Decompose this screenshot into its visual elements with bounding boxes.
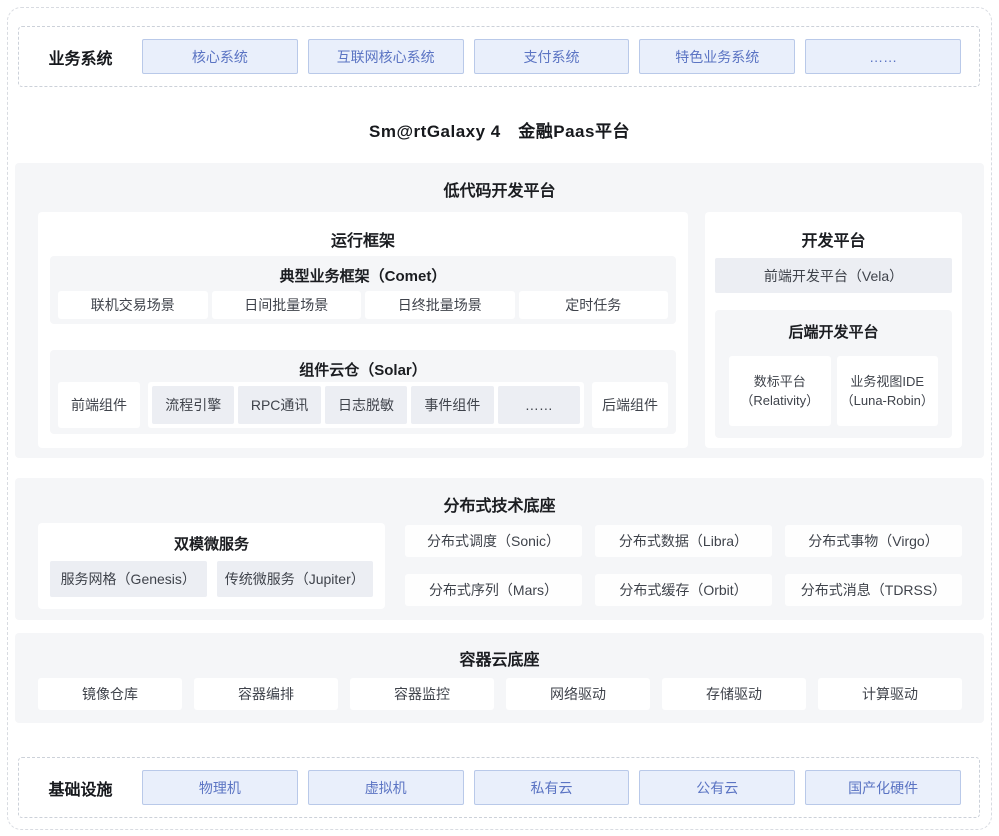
business-systems-row: 业务系统 核心系统 互联网核心系统 支付系统 特色业务系统 …… — [18, 26, 980, 87]
container-base-panel: 容器云底座 镜像仓库 容器编排 容器监控 网络驱动 存储驱动 计算驱动 — [15, 633, 984, 723]
solar-middle-item: …… — [498, 386, 580, 424]
backend-dev-item: 业务视图IDE （Luna-Robin） — [837, 356, 939, 426]
distributed-base-title: 分布式技术底座 — [15, 478, 984, 516]
dual-microservice-panel: 双模微服务 服务网格（Genesis） 传统微服务（Jupiter） — [38, 523, 385, 609]
container-item: 容器监控 — [350, 678, 494, 710]
vela-box: 前端开发平台（Vela） — [715, 258, 952, 293]
distributed-service-box: 分布式数据（Libra） — [595, 525, 772, 557]
lowcode-platform-title: 低代码开发平台 — [15, 163, 984, 201]
backend-dev-item-line2: （Luna-Robin） — [841, 391, 934, 411]
business-systems-strip: 核心系统 互联网核心系统 支付系统 特色业务系统 …… — [142, 39, 961, 74]
runtime-framework-title: 运行框架 — [38, 212, 688, 251]
infrastructure-label: 基础设施 — [19, 776, 142, 800]
business-system-box: 核心系统 — [142, 39, 298, 74]
infrastructure-row: 基础设施 物理机 虚拟机 私有云 公有云 国产化硬件 — [18, 757, 980, 818]
business-systems-label: 业务系统 — [19, 45, 142, 69]
platform-title: Sm@rtGalaxy 4 金融Paas平台 — [0, 117, 999, 142]
backend-dev-item: 数标平台 （Relativity） — [729, 356, 831, 426]
container-item: 容器编排 — [194, 678, 338, 710]
lowcode-platform-panel: 低代码开发平台 运行框架 典型业务框架（Comet） 联机交易场景 日间批量场景… — [15, 163, 984, 458]
backend-dev-item-line1: 数标平台 — [754, 372, 806, 392]
distributed-service-box: 分布式消息（TDRSS） — [785, 574, 962, 606]
backend-dev-title: 后端开发平台 — [715, 310, 952, 342]
distributed-services-grid: 分布式调度（Sonic） 分布式数据（Libra） 分布式事物（Virgo） 分… — [405, 525, 962, 606]
dev-platform-panel: 开发平台 前端开发平台（Vela） 后端开发平台 数标平台 （Relativit… — [705, 212, 962, 448]
solar-middle-item: RPC通讯 — [238, 386, 320, 424]
backend-dev-item-line1: 业务视图IDE — [850, 372, 924, 392]
comet-item: 联机交易场景 — [58, 291, 208, 319]
distributed-service-box: 分布式序列（Mars） — [405, 574, 582, 606]
container-item: 网络驱动 — [506, 678, 650, 710]
infrastructure-box: 国产化硬件 — [805, 770, 961, 805]
container-item: 镜像仓库 — [38, 678, 182, 710]
backend-dev-item-line2: （Relativity） — [740, 391, 819, 411]
runtime-framework-panel: 运行框架 典型业务框架（Comet） 联机交易场景 日间批量场景 日终批量场景 … — [38, 212, 688, 448]
distributed-service-box: 分布式事物（Virgo） — [785, 525, 962, 557]
business-system-box: 特色业务系统 — [639, 39, 795, 74]
infrastructure-box: 公有云 — [639, 770, 795, 805]
architecture-diagram: 业务系统 核心系统 互联网核心系统 支付系统 特色业务系统 …… Sm@rtGa… — [0, 0, 999, 836]
dual-microservice-item: 服务网格（Genesis） — [50, 561, 207, 597]
dual-microservice-row: 服务网格（Genesis） 传统微服务（Jupiter） — [50, 561, 373, 597]
solar-middle-item: 事件组件 — [411, 386, 493, 424]
distributed-service-box: 分布式缓存（Orbit） — [595, 574, 772, 606]
comet-item: 定时任务 — [519, 291, 669, 319]
solar-front-item: 前端组件 — [58, 382, 140, 428]
comet-items-row: 联机交易场景 日间批量场景 日终批量场景 定时任务 — [58, 291, 668, 319]
comet-title: 典型业务框架（Comet） — [50, 256, 676, 286]
container-item: 存储驱动 — [662, 678, 806, 710]
distributed-service-box: 分布式调度（Sonic） — [405, 525, 582, 557]
solar-items-row: 前端组件 流程引擎 RPC通讯 日志脱敏 事件组件 …… 后端组件 — [58, 382, 668, 428]
solar-middle-item: 流程引擎 — [152, 386, 234, 424]
container-base-title: 容器云底座 — [15, 633, 984, 670]
solar-panel: 组件云仓（Solar） 前端组件 流程引擎 RPC通讯 日志脱敏 事件组件 ……… — [50, 350, 676, 434]
dev-platform-title: 开发平台 — [705, 212, 962, 251]
comet-item: 日间批量场景 — [212, 291, 362, 319]
infrastructure-box: 私有云 — [474, 770, 630, 805]
comet-panel: 典型业务框架（Comet） 联机交易场景 日间批量场景 日终批量场景 定时任务 — [50, 256, 676, 324]
dual-microservice-title: 双模微服务 — [38, 523, 385, 554]
infrastructure-strip: 物理机 虚拟机 私有云 公有云 国产化硬件 — [142, 770, 961, 805]
business-system-box: 支付系统 — [474, 39, 630, 74]
infrastructure-box: 物理机 — [142, 770, 298, 805]
comet-item: 日终批量场景 — [365, 291, 515, 319]
infrastructure-box: 虚拟机 — [308, 770, 464, 805]
container-item: 计算驱动 — [818, 678, 962, 710]
solar-middle-item: 日志脱敏 — [325, 386, 407, 424]
container-items-row: 镜像仓库 容器编排 容器监控 网络驱动 存储驱动 计算驱动 — [38, 678, 962, 710]
dual-microservice-item: 传统微服务（Jupiter） — [217, 561, 374, 597]
distributed-base-panel: 分布式技术底座 双模微服务 服务网格（Genesis） 传统微服务（Jupite… — [15, 478, 984, 620]
backend-dev-panel: 后端开发平台 数标平台 （Relativity） 业务视图IDE （Luna-R… — [715, 310, 952, 438]
solar-title: 组件云仓（Solar） — [50, 350, 676, 380]
backend-dev-items-row: 数标平台 （Relativity） 业务视图IDE （Luna-Robin） — [729, 356, 938, 426]
business-system-box: 互联网核心系统 — [308, 39, 464, 74]
solar-middle-group: 流程引擎 RPC通讯 日志脱敏 事件组件 …… — [148, 382, 584, 428]
business-system-box: …… — [805, 39, 961, 74]
solar-back-item: 后端组件 — [592, 382, 668, 428]
